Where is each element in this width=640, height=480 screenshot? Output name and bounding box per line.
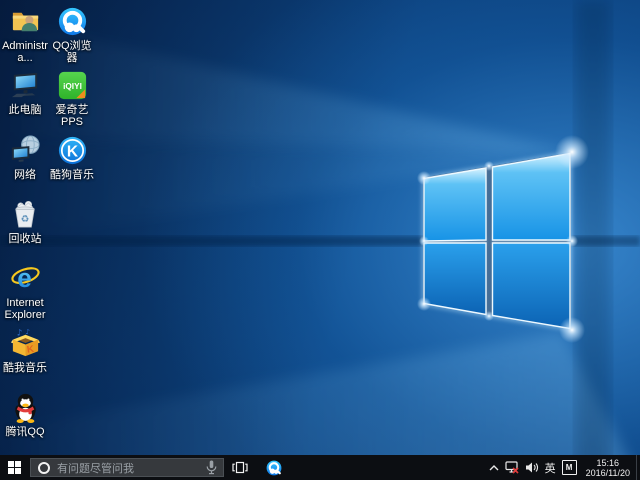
svg-text:K: K xyxy=(66,143,78,160)
language-indicator-text: 英 xyxy=(545,460,556,476)
desktop-icon-label: Internet Explorer xyxy=(2,297,48,321)
desktop-icon-label: 酷我音乐 xyxy=(2,362,48,374)
svg-text:♪: ♪ xyxy=(25,328,29,336)
taskbar: 有问题尽管问我 xyxy=(0,455,640,480)
desktop-icon-label: 爱奇艺PPS xyxy=(49,104,95,128)
taskbar-search-box[interactable]: 有问题尽管问我 xyxy=(30,458,224,477)
desktop-icon-label: 酷狗音乐 xyxy=(49,169,95,181)
windows-hero-logo xyxy=(0,0,640,480)
cortana-ring-icon xyxy=(37,461,51,475)
desktop-icon-kuwo-music[interactable]: ♪ ♪ K 酷我音乐 xyxy=(2,327,48,374)
qq-browser-icon xyxy=(56,5,89,38)
desktop-icon-label: QQ浏览器 xyxy=(49,40,95,64)
ie-icon: e xyxy=(9,262,42,295)
taskbar-clock[interactable]: 15:16 2016/11/20 xyxy=(580,458,636,478)
kugou-k-icon: K xyxy=(56,134,89,167)
desktop-icon-label: 腾讯QQ xyxy=(2,426,48,438)
recycle-bin-icon: ♻ xyxy=(9,198,42,231)
kuwo-box-icon: ♪ ♪ K xyxy=(9,327,42,360)
qq-browser-icon xyxy=(265,459,283,477)
windows-logo-icon xyxy=(8,461,21,474)
desktop-icon-label: 此电脑 xyxy=(2,104,48,116)
chevron-up-icon xyxy=(489,465,499,471)
network-disconnected-icon xyxy=(505,461,519,474)
microphone-icon[interactable] xyxy=(206,460,217,475)
task-view-icon xyxy=(232,461,248,474)
desktop-icon-kugou-music[interactable]: K 酷狗音乐 xyxy=(49,134,95,181)
desktop-icon-administrator[interactable]: Administra... xyxy=(2,5,48,64)
desktop-wallpaper xyxy=(0,0,640,480)
desktop-icon-qq-browser[interactable]: QQ浏览器 xyxy=(49,5,95,64)
desktop-icon-label: 回收站 xyxy=(2,233,48,245)
qq-penguin-icon xyxy=(9,391,42,424)
show-hidden-icons-button[interactable] xyxy=(486,455,502,480)
taskbar-qq-browser-button[interactable] xyxy=(256,455,292,480)
desktop-icon-network[interactable]: 网络 xyxy=(2,134,48,181)
svg-text:iQIYI: iQIYI xyxy=(63,82,82,91)
user-folder-icon xyxy=(9,5,42,38)
ime-badge-text: M xyxy=(562,460,577,475)
desktop-icon-tencent-qq[interactable]: 腾讯QQ xyxy=(2,391,48,438)
ime-mode-button[interactable]: M xyxy=(559,455,580,480)
svg-text:e: e xyxy=(17,263,32,293)
start-button[interactable] xyxy=(0,455,28,480)
system-tray: 英 M 15:16 2016/11/20 xyxy=(486,455,640,480)
computer-icon xyxy=(9,69,42,102)
task-view-button[interactable] xyxy=(224,455,256,480)
language-indicator[interactable]: 英 xyxy=(542,455,559,480)
network-status-button[interactable] xyxy=(502,455,522,480)
desktop-icon-this-pc[interactable]: 此电脑 xyxy=(2,69,48,116)
show-desktop-button[interactable] xyxy=(636,455,640,480)
svg-text:♻: ♻ xyxy=(20,214,29,225)
desktop-icon-internet-explorer[interactable]: e Internet Explorer xyxy=(2,262,48,321)
desktop-icon-recycle-bin[interactable]: ♻ 回收站 xyxy=(2,198,48,245)
clock-date: 2016/11/20 xyxy=(586,468,630,478)
desktop-icon-label: Administra... xyxy=(2,40,48,64)
volume-icon xyxy=(525,461,539,474)
network-globe-icon xyxy=(9,134,42,167)
windows-desktop: Administra... QQ浏览器 此电脑 xyxy=(0,0,640,480)
iqiyi-icon: iQIYI xyxy=(56,69,89,102)
search-placeholder-text: 有问题尽管问我 xyxy=(57,460,200,476)
desktop-icon-iqiyi-pps[interactable]: iQIYI 爱奇艺PPS xyxy=(49,69,95,128)
clock-time: 15:16 xyxy=(586,458,630,468)
desktop-icon-label: 网络 xyxy=(2,169,48,181)
volume-button[interactable] xyxy=(522,455,542,480)
